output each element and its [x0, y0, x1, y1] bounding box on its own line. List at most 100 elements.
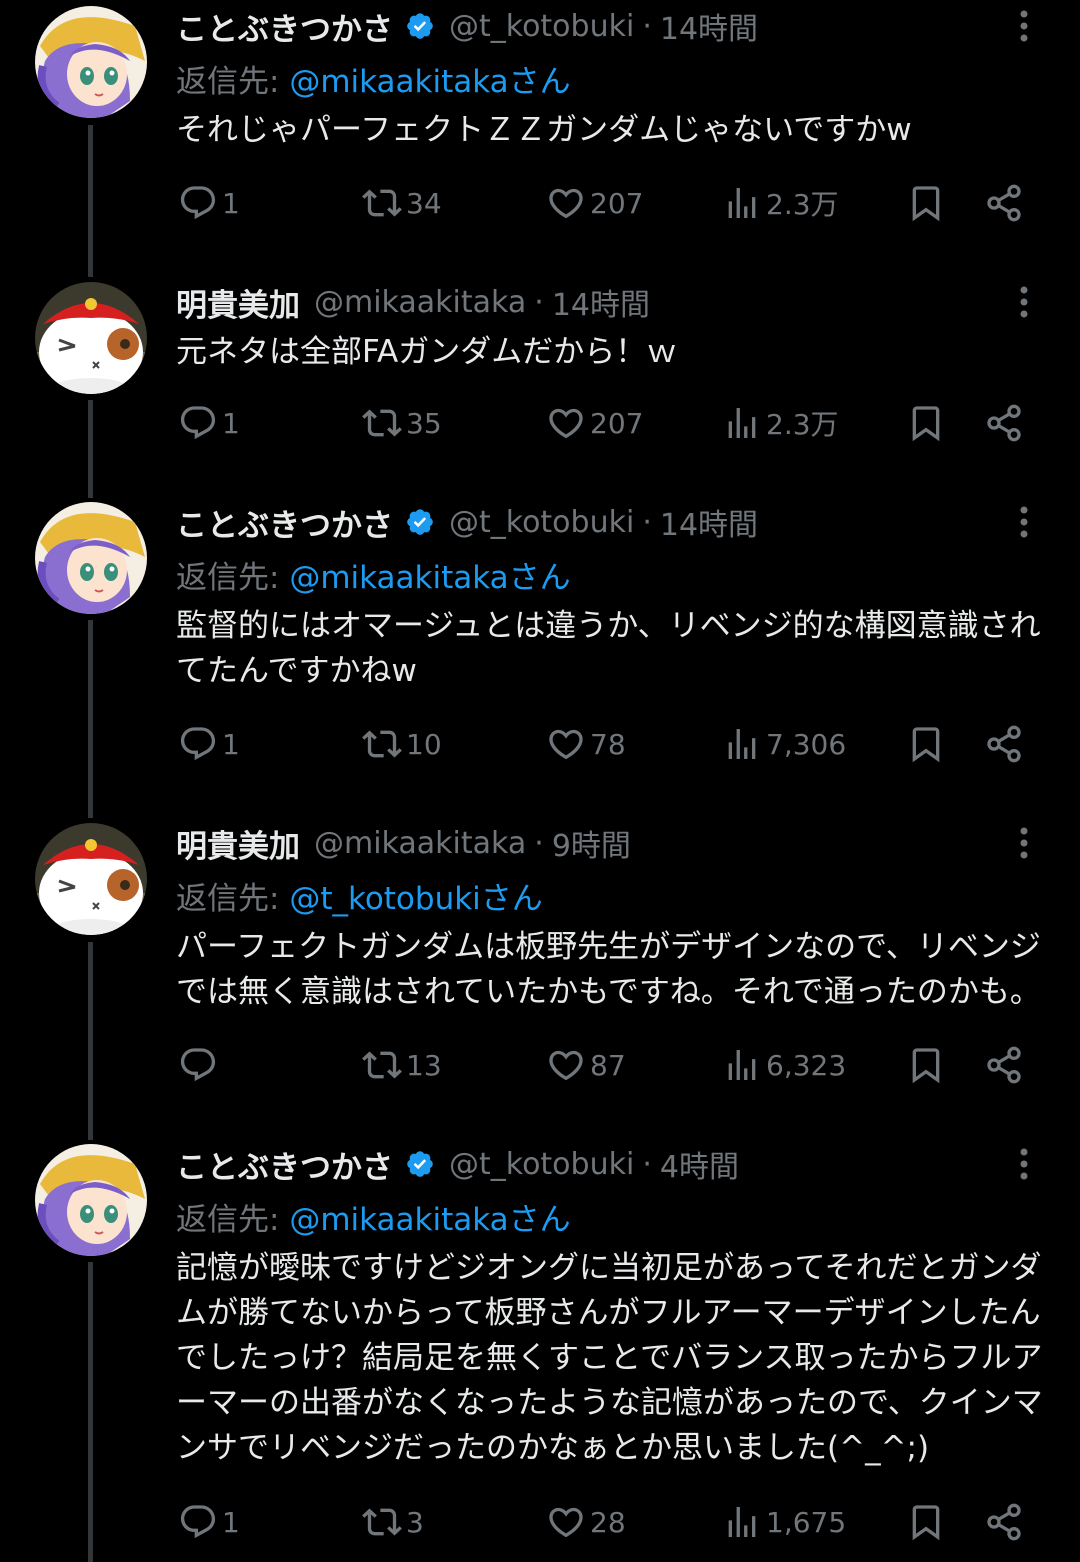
retweet-count: 10 — [406, 727, 442, 761]
avatar[interactable] — [35, 823, 147, 935]
thread-line — [88, 620, 93, 818]
more-options-icon[interactable] — [1012, 6, 1036, 46]
reply-to-mention[interactable]: @t_kotobukiさん — [289, 881, 542, 917]
bookmark-button[interactable] — [906, 722, 946, 766]
heart-icon — [546, 403, 586, 443]
bookmark-icon — [906, 1045, 946, 1085]
avatar[interactable] — [35, 1144, 147, 1256]
reply-to-mention[interactable]: @mikaakitakaさん — [289, 64, 570, 100]
like-button[interactable]: 207 — [546, 401, 643, 445]
views-button[interactable]: 2.3万 — [722, 181, 839, 225]
separator-dot: · — [534, 284, 544, 320]
like-button[interactable]: 28 — [546, 1500, 626, 1544]
handle[interactable]: @mikaakitaka — [314, 285, 526, 320]
handle[interactable]: @t_kotobuki — [449, 9, 634, 44]
tweet-header: 明貴美加 @mikaakitaka · 9時間 — [176, 817, 631, 869]
reply-count: 1 — [222, 727, 240, 761]
tweet-header: ことぶきつかさ @t_kotobuki · 14時間 — [176, 496, 758, 548]
verified-badge-icon — [405, 1149, 435, 1179]
retweet-button[interactable]: 35 — [362, 401, 442, 445]
like-button[interactable]: 207 — [546, 181, 643, 225]
handle[interactable]: @t_kotobuki — [449, 505, 634, 540]
display-name[interactable]: 明貴美加 — [176, 821, 300, 866]
view-count: 6,323 — [766, 1048, 847, 1082]
reply-to-mention[interactable]: @mikaakitakaさん — [289, 560, 570, 596]
avatar[interactable] — [35, 502, 147, 614]
timestamp[interactable]: 14時間 — [552, 280, 650, 324]
retweet-button[interactable]: 10 — [362, 722, 442, 766]
views-button[interactable]: 6,323 — [722, 1043, 846, 1087]
handle[interactable]: @mikaakitaka — [314, 826, 526, 861]
bookmark-button[interactable] — [906, 1043, 946, 1087]
avatar[interactable] — [35, 6, 147, 118]
display-name[interactable]: ことぶきつかさ — [176, 500, 393, 545]
separator-dot: · — [642, 8, 652, 44]
like-button[interactable]: 87 — [546, 1043, 626, 1087]
like-button[interactable]: 78 — [546, 722, 626, 766]
bookmark-button[interactable] — [906, 401, 946, 445]
retweet-button[interactable]: 3 — [362, 1500, 424, 1544]
reply-icon — [178, 1045, 218, 1085]
tweet-header: 明貴美加 @mikaakitaka · 14時間 — [176, 276, 650, 328]
reply-button[interactable] — [178, 1043, 222, 1087]
verified-badge-icon — [405, 11, 435, 41]
share-button[interactable] — [984, 401, 1024, 445]
tweet-text: 元ネタは全部FAガンダムだから！ｗ — [176, 334, 678, 370]
timestamp[interactable]: 9時間 — [552, 821, 631, 865]
reply-to-label: 返信先: — [176, 881, 280, 917]
heart-icon — [546, 1502, 586, 1542]
views-icon — [722, 183, 762, 223]
like-count: 207 — [590, 186, 644, 220]
share-button[interactable] — [984, 181, 1024, 225]
share-icon — [984, 183, 1024, 223]
bookmark-button[interactable] — [906, 1500, 946, 1544]
reply-button[interactable]: 1 — [178, 722, 240, 766]
more-options-icon[interactable] — [1012, 823, 1036, 863]
timestamp[interactable]: 4時間 — [660, 1142, 739, 1186]
heart-icon — [546, 183, 586, 223]
bookmark-icon — [906, 1502, 946, 1542]
retweet-count: 35 — [406, 406, 442, 440]
view-count: 1,675 — [766, 1505, 847, 1539]
handle[interactable]: @t_kotobuki — [449, 1147, 634, 1182]
reply-to: 返信先: @mikaakitakaさん — [176, 56, 571, 101]
retweet-icon — [362, 403, 402, 443]
more-options-icon[interactable] — [1012, 1144, 1036, 1184]
timestamp[interactable]: 14時間 — [660, 4, 758, 48]
reply-button[interactable]: 1 — [178, 181, 240, 225]
display-name[interactable]: ことぶきつかさ — [176, 4, 393, 49]
views-icon — [722, 724, 762, 764]
share-button[interactable] — [984, 1500, 1024, 1544]
bookmark-button[interactable] — [906, 181, 946, 225]
reply-icon — [178, 183, 218, 223]
retweet-count: 34 — [406, 186, 442, 220]
display-name[interactable]: ことぶきつかさ — [176, 1142, 393, 1187]
views-button[interactable]: 2.3万 — [722, 401, 839, 445]
separator-dot: · — [534, 825, 544, 861]
reply-button[interactable]: 1 — [178, 1500, 240, 1544]
avatar[interactable] — [35, 282, 147, 394]
reply-icon — [178, 1502, 218, 1542]
reply-to-label: 返信先: — [176, 1202, 280, 1238]
timestamp[interactable]: 14時間 — [660, 500, 758, 544]
views-button[interactable]: 1,675 — [722, 1500, 846, 1544]
retweet-button[interactable]: 34 — [362, 181, 442, 225]
views-icon — [722, 1045, 762, 1085]
view-count: 7,306 — [766, 727, 847, 761]
tweet-text: 記憶が曖昧ですけどジオングに当初足があってそれだとガンダムが勝てないからって板野… — [176, 1250, 1043, 1466]
reply-to: 返信先: @t_kotobukiさん — [176, 873, 543, 918]
reply-to-mention[interactable]: @mikaakitakaさん — [289, 1202, 570, 1238]
retweet-button[interactable]: 13 — [362, 1043, 442, 1087]
share-button[interactable] — [984, 722, 1024, 766]
like-count: 78 — [590, 727, 626, 761]
view-count: 2.3万 — [766, 188, 839, 221]
bookmark-icon — [906, 183, 946, 223]
more-options-icon[interactable] — [1012, 282, 1036, 322]
more-options-icon[interactable] — [1012, 502, 1036, 542]
reply-button[interactable]: 1 — [178, 401, 240, 445]
share-button[interactable] — [984, 1043, 1024, 1087]
heart-icon — [546, 724, 586, 764]
display-name[interactable]: 明貴美加 — [176, 280, 300, 325]
action-bar: 1 3 28 1,675 — [0, 1500, 1080, 1544]
views-button[interactable]: 7,306 — [722, 722, 846, 766]
